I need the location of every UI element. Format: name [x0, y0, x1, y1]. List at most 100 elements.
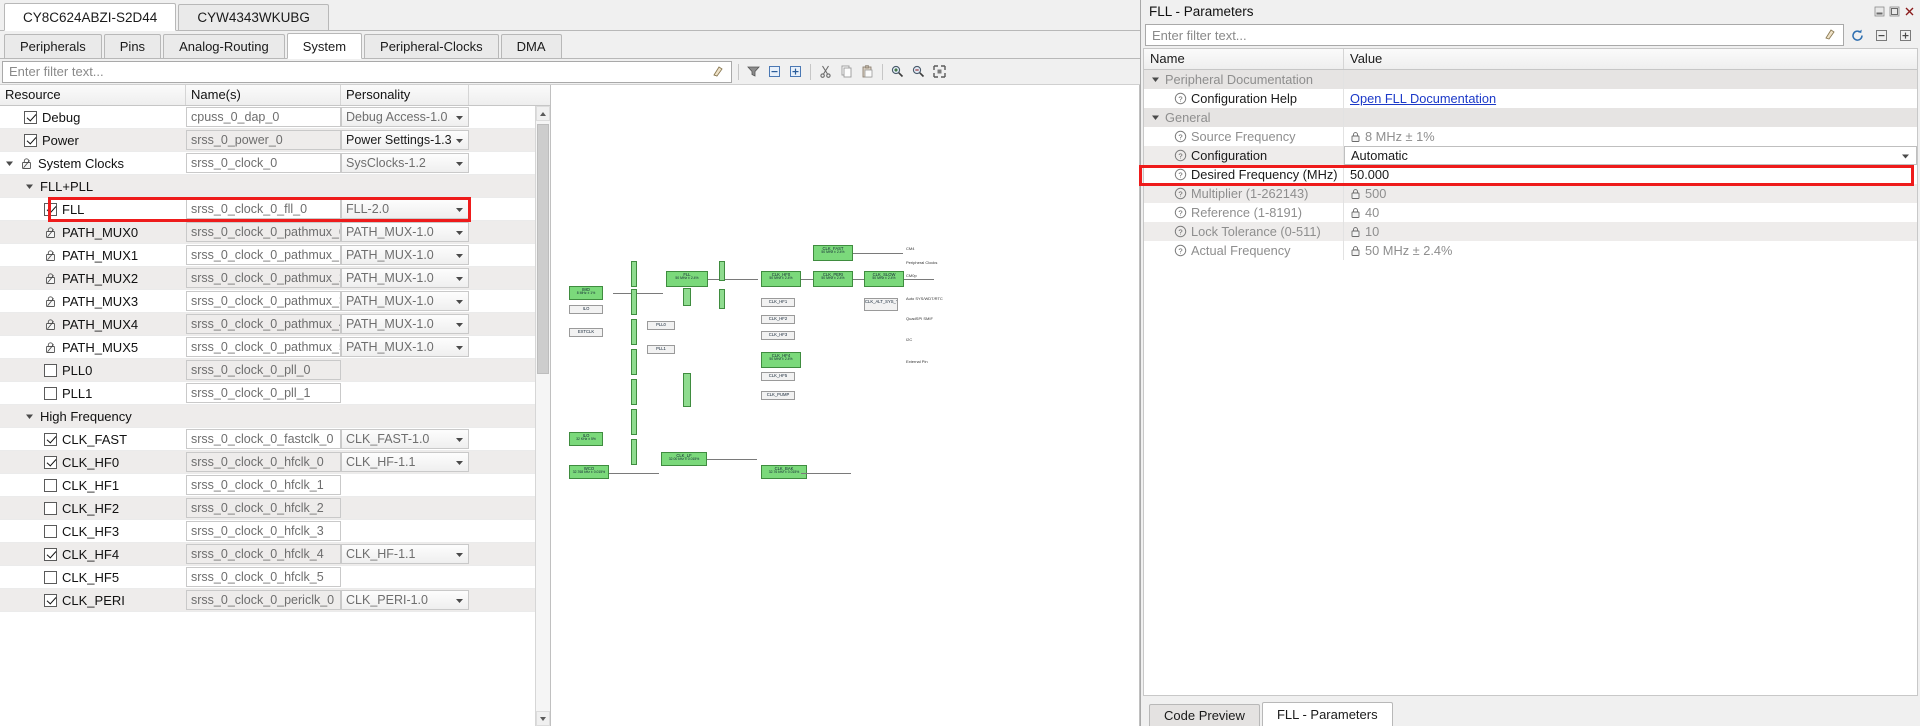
- parameter-value-cell[interactable]: 40: [1344, 203, 1917, 222]
- cell-name[interactable]: srss_0_clock_0_pathmux_1: [186, 245, 341, 265]
- section-tab-system[interactable]: System: [286, 33, 363, 59]
- diagram-block[interactable]: CLK_HF1: [761, 298, 795, 307]
- diagram-mux[interactable]: [683, 373, 691, 407]
- diagram-block[interactable]: PLL0: [647, 321, 675, 330]
- bottom-tab-fll-parameters[interactable]: FLL - Parameters: [1261, 702, 1393, 726]
- clear-filter-icon[interactable]: [1818, 25, 1839, 46]
- parameter-value-cell[interactable]: Automatic: [1344, 146, 1917, 165]
- cell-resource[interactable]: System Clocks: [0, 152, 186, 174]
- parameter-row[interactable]: General: [1144, 108, 1917, 127]
- section-tab-pins[interactable]: Pins: [103, 34, 162, 58]
- cell-resource[interactable]: PATH_MUX1: [0, 244, 186, 266]
- collapse-all-icon[interactable]: [1871, 25, 1892, 46]
- table-row[interactable]: CLK_HF1 srss_0_clock_0_hfclk_1: [0, 474, 535, 497]
- diagram-block[interactable]: ILO: [569, 305, 603, 314]
- help-icon[interactable]: ?: [1174, 149, 1187, 162]
- cell-name[interactable]: srss_0_clock_0: [186, 153, 341, 173]
- cell-personality[interactable]: SysClocks-1.2: [341, 153, 469, 173]
- diagram-block[interactable]: CLK_PERI 50 MHz ± 2.4%: [813, 271, 853, 287]
- cell-name[interactable]: srss_0_clock_0_periclk_0: [186, 590, 341, 610]
- cell-personality[interactable]: CLK_HF-1.1: [341, 452, 469, 472]
- cell-resource[interactable]: CLK_HF1: [0, 474, 186, 496]
- diagram-block[interactable]: CLK_BAK 32.76 kHz ± 0.015%: [761, 465, 807, 479]
- cell-name[interactable]: srss_0_clock_0_fll_0: [186, 199, 341, 219]
- table-row[interactable]: PATH_MUX4 srss_0_clock_0_pathmux_4 PATH_MU…: [0, 313, 535, 336]
- cell-name[interactable]: srss_0_clock_0_hfclk_1: [186, 475, 341, 495]
- cell-name[interactable]: srss_0_clock_0_pathmux_3: [186, 291, 341, 311]
- help-icon[interactable]: ?: [1174, 244, 1187, 257]
- parameter-row[interactable]: ? Actual Frequency 50 MHz ± 2.4%: [1144, 241, 1917, 260]
- cell-name[interactable]: srss_0_clock_0_pathmux_4: [186, 314, 341, 334]
- table-row[interactable]: PATH_MUX2 srss_0_clock_0_pathmux_2 PATH_MU…: [0, 267, 535, 290]
- help-icon[interactable]: ?: [1174, 187, 1187, 200]
- diagram-block[interactable]: ILO 32 KHz ± 5%: [569, 432, 603, 446]
- cell-personality[interactable]: Debug Access-1.0: [341, 107, 469, 127]
- cell-personality[interactable]: PATH_MUX-1.0: [341, 291, 469, 311]
- chevron-down-icon[interactable]: [452, 202, 466, 216]
- resource-checkbox[interactable]: [44, 478, 57, 492]
- resource-checkbox[interactable]: [44, 202, 57, 216]
- clock-diagram-pane[interactable]: FLL 50 MHz ± 2.4% CLK_HF0 50 MHz ± 2.4% CLK_…: [551, 85, 1140, 726]
- chevron-down-icon[interactable]: [452, 110, 466, 124]
- cell-resource[interactable]: CLK_HF2: [0, 497, 186, 519]
- section-tab-peripherals[interactable]: Peripherals: [4, 34, 102, 58]
- cell-resource[interactable]: PLL1: [0, 382, 186, 404]
- diagram-mux[interactable]: [631, 289, 637, 315]
- cell-name[interactable]: srss_0_clock_0_pll_1: [186, 383, 341, 403]
- cell-resource[interactable]: PATH_MUX3: [0, 290, 186, 312]
- cell-name[interactable]: srss_0_clock_0_hfclk_4: [186, 544, 341, 564]
- expand-collapse-arrow-icon[interactable]: [1150, 112, 1161, 123]
- cell-resource[interactable]: High Frequency: [0, 405, 186, 427]
- refresh-icon[interactable]: [1847, 25, 1868, 46]
- cell-resource[interactable]: CLK_HF4: [0, 543, 186, 565]
- tree-vertical-scrollbar[interactable]: [535, 106, 550, 726]
- diagram-mux[interactable]: [631, 379, 637, 405]
- chevron-down-icon[interactable]: [452, 432, 466, 446]
- close-icon[interactable]: [1903, 5, 1916, 18]
- device-tab-1[interactable]: CYW4343WKUBG: [178, 4, 329, 30]
- table-row[interactable]: Debug cpuss_0_dap_0 Debug Access-1.0: [0, 106, 535, 129]
- column-header-extra[interactable]: [469, 85, 550, 105]
- chevron-down-icon[interactable]: [452, 294, 466, 308]
- chevron-down-icon[interactable]: [452, 547, 466, 561]
- copy-icon[interactable]: [836, 61, 857, 82]
- column-header-resource[interactable]: Resource: [0, 85, 186, 105]
- diagram-block[interactable]: CLK_ALT_SYS_TICK: [864, 298, 898, 311]
- table-row[interactable]: FLL srss_0_clock_0_fll_0 FLL-2.0: [0, 198, 535, 221]
- chevron-down-icon[interactable]: [452, 317, 466, 331]
- parameter-value-cell[interactable]: 50 MHz ± 2.4%: [1344, 241, 1917, 260]
- cell-resource[interactable]: CLK_HF3: [0, 520, 186, 542]
- cell-personality[interactable]: FLL-2.0: [341, 199, 469, 219]
- diagram-mux[interactable]: [631, 261, 637, 287]
- resource-checkbox[interactable]: [44, 363, 57, 377]
- chevron-down-icon[interactable]: [452, 133, 466, 147]
- cell-personality[interactable]: CLK_HF-1.1: [341, 544, 469, 564]
- table-row[interactable]: PLL1 srss_0_clock_0_pll_1: [0, 382, 535, 405]
- chevron-down-icon[interactable]: [452, 248, 466, 262]
- documentation-link[interactable]: Open FLL Documentation: [1350, 91, 1496, 106]
- resource-checkbox[interactable]: [44, 386, 57, 400]
- table-row[interactable]: PLL0 srss_0_clock_0_pll_0: [0, 359, 535, 382]
- cell-resource[interactable]: FLL+PLL: [0, 175, 186, 197]
- cell-resource[interactable]: PATH_MUX5: [0, 336, 186, 358]
- chevron-down-icon[interactable]: [452, 455, 466, 469]
- parameter-value-cell[interactable]: 50.000: [1344, 165, 1917, 184]
- resource-checkbox[interactable]: [44, 547, 57, 561]
- parameter-row[interactable]: ? Configuration Help Open FLL Documentatio…: [1144, 89, 1917, 108]
- diagram-mux[interactable]: [631, 439, 637, 465]
- fit-to-window-icon[interactable]: [929, 61, 950, 82]
- scroll-up-arrow-icon[interactable]: [536, 106, 550, 121]
- resource-checkbox[interactable]: [44, 524, 57, 538]
- scrollbar-thumb[interactable]: [537, 124, 549, 374]
- table-row[interactable]: CLK_HF4 srss_0_clock_0_hfclk_4 CLK_HF-1.1: [0, 543, 535, 566]
- cell-name[interactable]: srss_0_clock_0_pathmux_2: [186, 268, 341, 288]
- diagram-block[interactable]: CLK_HF2: [761, 315, 795, 324]
- parameter-value-cell[interactable]: Open FLL Documentation: [1344, 89, 1917, 108]
- cell-resource[interactable]: PATH_MUX4: [0, 313, 186, 335]
- parameter-row[interactable]: ? Lock Tolerance (0-511) 10: [1144, 222, 1917, 241]
- expand-all-icon[interactable]: [1895, 25, 1916, 46]
- diagram-block[interactable]: FLL 50 MHz ± 2.4%: [666, 271, 708, 287]
- diagram-block[interactable]: CLK_HF5: [761, 372, 795, 381]
- diagram-block[interactable]: PLL1: [647, 345, 675, 354]
- diagram-block[interactable]: CLK_HF3: [761, 331, 795, 340]
